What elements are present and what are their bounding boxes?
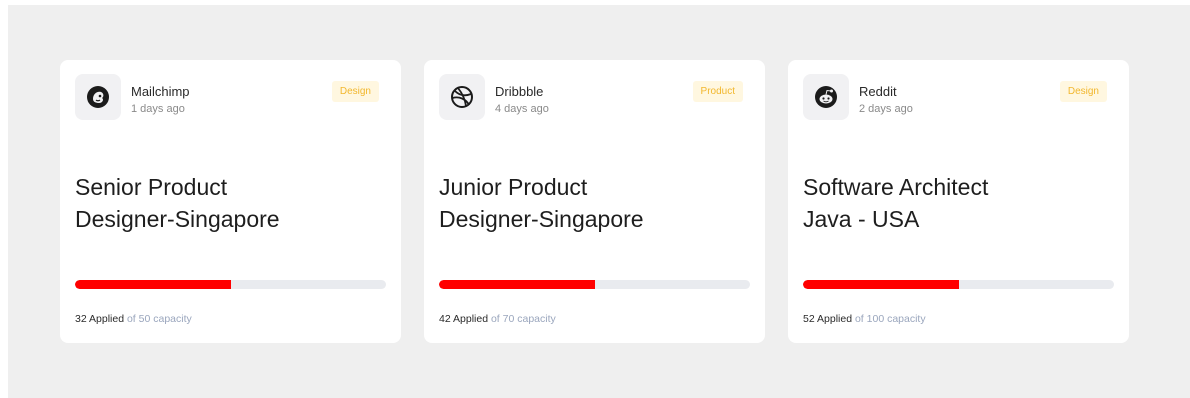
job-card[interactable]: Dribbble 4 days ago Product Junior Produ…: [424, 60, 765, 343]
job-title-line: Junior Product: [439, 174, 588, 200]
reddit-logo-icon: [815, 86, 837, 108]
mailchimp-logo-icon: [87, 86, 109, 108]
capacity-text: of 70 capacity: [490, 313, 556, 325]
applied-count: 42 Applied: [439, 313, 489, 325]
progress-fill: [75, 280, 231, 289]
company-logo: [75, 74, 121, 120]
applicants-summary: 42 Applied of 70 capacity: [439, 313, 556, 325]
category-tag[interactable]: Design: [1059, 81, 1107, 102]
posted-time: 2 days ago: [859, 103, 913, 115]
job-title[interactable]: Senior Product Designer-Singapore: [75, 171, 385, 235]
job-title[interactable]: Junior Product Designer-Singapore: [439, 171, 749, 235]
applicants-summary: 52 Applied of 100 capacity: [803, 313, 926, 325]
job-card[interactable]: Mailchimp 1 days ago Design Senior Produ…: [60, 60, 401, 343]
job-title-line: Java - USA: [803, 206, 920, 232]
company-logo: [803, 74, 849, 120]
applicants-progress-bar: [439, 280, 750, 289]
posted-time: 4 days ago: [495, 103, 549, 115]
job-cards-list: Mailchimp 1 days ago Design Senior Produ…: [60, 60, 1129, 343]
progress-fill: [439, 280, 595, 289]
applicants-progress-bar: [75, 280, 386, 289]
company-logo: [439, 74, 485, 120]
applicants-progress-bar: [803, 280, 1114, 289]
applied-count: 32 Applied: [75, 313, 125, 325]
posted-time: 1 days ago: [131, 103, 185, 115]
capacity-text: of 100 capacity: [854, 313, 926, 325]
job-title-line: Software Architect: [803, 174, 989, 200]
job-card[interactable]: Reddit 2 days ago Design Software Archit…: [788, 60, 1129, 343]
company-name: Reddit: [859, 84, 897, 99]
job-title-line: Designer-Singapore: [75, 206, 280, 232]
company-name: Dribbble: [495, 84, 544, 99]
job-title-line: Senior Product: [75, 174, 228, 200]
company-name: Mailchimp: [131, 84, 190, 99]
job-title-line: Designer-Singapore: [439, 206, 644, 232]
dribbble-logo-icon: [451, 86, 473, 108]
applied-count: 52 Applied: [803, 313, 853, 325]
category-tag[interactable]: Product: [692, 81, 743, 102]
applicants-summary: 32 Applied of 50 capacity: [75, 313, 192, 325]
category-tag[interactable]: Design: [331, 81, 379, 102]
job-title[interactable]: Software Architect Java - USA: [803, 171, 1113, 235]
capacity-text: of 50 capacity: [126, 313, 192, 325]
progress-fill: [803, 280, 959, 289]
